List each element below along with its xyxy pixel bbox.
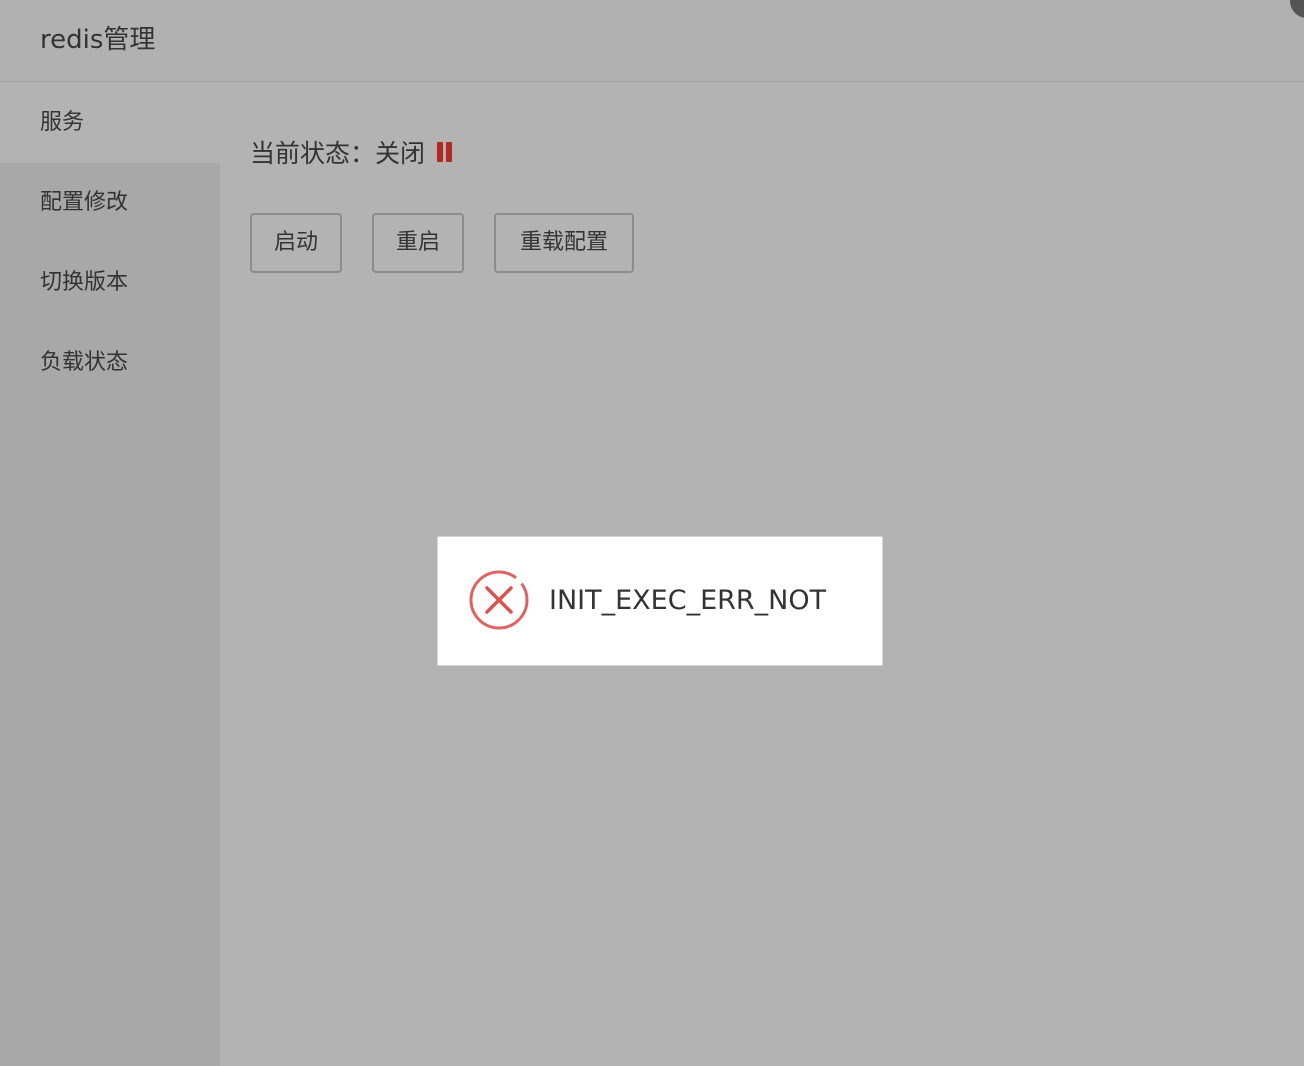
restart-button[interactable]: 重启 (372, 213, 464, 273)
error-circle-x-icon (469, 570, 529, 630)
pause-icon (437, 142, 453, 162)
sidebar-item-load-status[interactable]: 负载状态 (0, 323, 220, 403)
reload-config-button[interactable]: 重载配置 (494, 213, 634, 273)
toast-message: INIT_EXEC_ERR_NOT (549, 585, 827, 616)
error-toast: INIT_EXEC_ERR_NOT (437, 536, 883, 666)
title-bar: redis管理 (0, 0, 1304, 82)
start-button[interactable]: 启动 (250, 213, 342, 273)
sidebar: 服务 配置修改 切换版本 负载状态 (0, 83, 220, 1066)
status-text: 当前状态：关闭 (250, 139, 426, 168)
status-line: 当前状态：关闭 (250, 135, 453, 169)
sidebar-item-config-edit[interactable]: 配置修改 (0, 163, 220, 243)
sidebar-item-service[interactable]: 服务 (0, 83, 220, 163)
sidebar-item-switch-version[interactable]: 切换版本 (0, 243, 220, 323)
app-title: redis管理 (40, 25, 156, 55)
window-corner-control[interactable] (1290, 0, 1304, 18)
